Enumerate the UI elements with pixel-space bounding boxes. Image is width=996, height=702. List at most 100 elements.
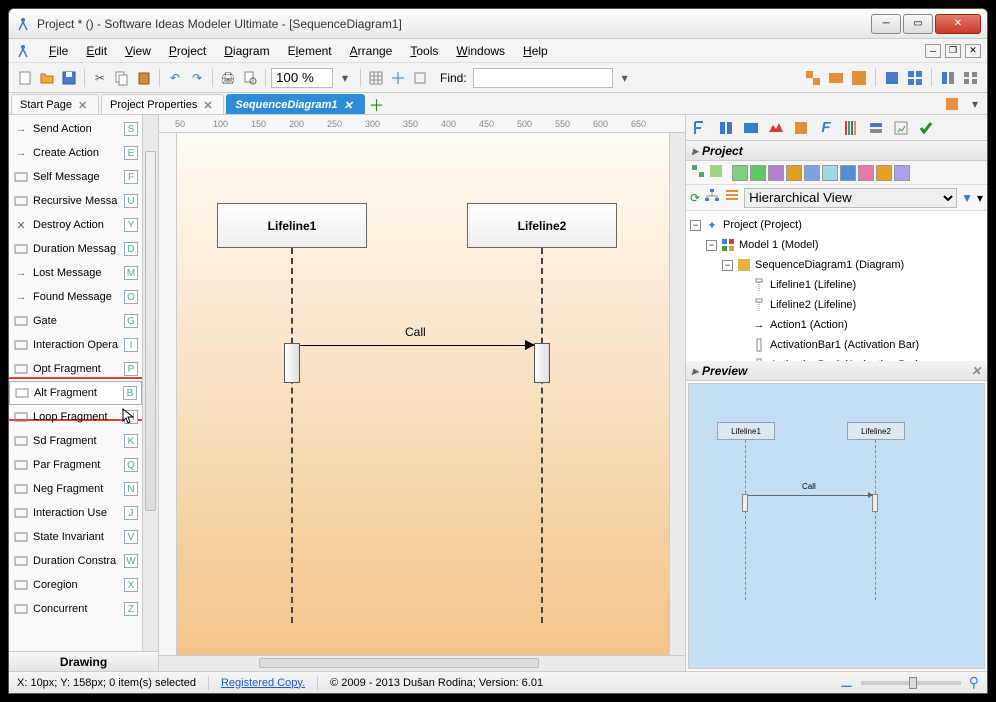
rp-icon-6[interactable]: F	[815, 117, 837, 139]
swatch-btn-1[interactable]	[690, 163, 706, 182]
tree-expander[interactable]: −	[722, 260, 733, 271]
mdi-close-button[interactable]: ✕	[965, 44, 981, 58]
menu-element[interactable]: Element	[280, 42, 340, 60]
tabstrip-icon-1[interactable]	[942, 94, 962, 114]
view-mode-select[interactable]: Hierarchical View	[744, 188, 957, 208]
project-tree[interactable]: −✦Project (Project) −Model 1 (Model) −Se…	[686, 211, 987, 361]
menu-edit[interactable]: Edit	[78, 42, 115, 60]
find-input[interactable]	[473, 68, 613, 88]
tree-expander[interactable]: −	[690, 220, 701, 231]
rp-icon-1[interactable]	[690, 117, 712, 139]
tool-item[interactable]: ✕Destroy ActionY	[9, 213, 142, 237]
tool-item[interactable]: State InvariantV	[9, 525, 142, 549]
new-icon[interactable]	[15, 68, 35, 88]
minimize-button[interactable]: ─	[871, 14, 901, 34]
open-icon[interactable]	[37, 68, 57, 88]
tool-item[interactable]: Sd FragmentK	[9, 429, 142, 453]
close-button[interactable]: ✕	[935, 14, 981, 34]
toolbox-scrollbar[interactable]	[142, 115, 158, 651]
tab-close-icon[interactable]: ✕	[78, 99, 90, 111]
swatch-btn-2[interactable]	[708, 163, 724, 182]
status-registered-link[interactable]: Registered Copy.	[221, 677, 305, 689]
lifeline-1[interactable]: Lifeline1	[217, 203, 367, 248]
filter-icon[interactable]: ▼	[961, 191, 973, 205]
panel-close-icon[interactable]: ✕	[971, 364, 981, 378]
rp-icon-9[interactable]	[890, 117, 912, 139]
tool-item[interactable]: Self MessageF	[9, 165, 142, 189]
menu-diagram[interactable]: Diagram	[216, 42, 277, 60]
zoom-out-icon[interactable]: ⚊	[840, 674, 853, 691]
tool-item[interactable]: →Create ActionE	[9, 141, 142, 165]
rp-icon-7[interactable]	[840, 117, 862, 139]
tool-item[interactable]: →Send ActionS	[9, 117, 142, 141]
color-swatch[interactable]	[750, 165, 766, 181]
menu-project[interactable]: Project	[161, 42, 214, 60]
color-swatch[interactable]	[858, 165, 874, 181]
tool-item[interactable]: Duration MessagD	[9, 237, 142, 261]
menu-help[interactable]: Help	[515, 42, 556, 60]
color-swatch[interactable]	[804, 165, 820, 181]
tool-item[interactable]: Interaction OperaI	[9, 333, 142, 357]
rp-icon-2[interactable]	[715, 117, 737, 139]
color-swatch[interactable]	[840, 165, 856, 181]
color-swatch[interactable]	[786, 165, 802, 181]
color-swatch[interactable]	[732, 165, 748, 181]
tab-start-page[interactable]: Start Page✕	[11, 94, 99, 114]
tool-item[interactable]: Loop FragmentH	[9, 405, 142, 429]
rp-icon-4[interactable]	[765, 117, 787, 139]
list-icon[interactable]	[724, 188, 740, 207]
tb-icon-5[interactable]	[905, 68, 925, 88]
undo-icon[interactable]: ↶	[165, 68, 185, 88]
tb-icon-2[interactable]	[826, 68, 846, 88]
mdi-restore-button[interactable]: ❐	[945, 44, 961, 58]
copy-icon[interactable]	[112, 68, 132, 88]
canvas-scrollbar-h[interactable]	[159, 655, 685, 671]
color-swatch[interactable]	[876, 165, 892, 181]
rp-icon-check[interactable]	[915, 117, 937, 139]
drawing-footer[interactable]: Drawing	[9, 651, 158, 671]
zoom-input[interactable]	[271, 68, 333, 88]
app-menu-icon[interactable]	[15, 43, 31, 59]
tool-item[interactable]: Recursive MessaU	[9, 189, 142, 213]
filter-dropdown-icon[interactable]: ▾	[977, 191, 983, 205]
tool-item[interactable]: Interaction UseJ	[9, 501, 142, 525]
save-icon[interactable]	[59, 68, 79, 88]
find-dropdown-icon[interactable]: ▾	[615, 68, 635, 88]
maximize-button[interactable]: ▭	[903, 14, 933, 34]
call-label[interactable]: Call	[405, 325, 426, 339]
tab-project-properties[interactable]: Project Properties✕	[101, 94, 224, 114]
diagram-canvas[interactable]: Lifeline1 Lifeline2 Call	[177, 133, 669, 655]
menu-file[interactable]: File	[41, 42, 76, 60]
zoom-slider[interactable]	[861, 681, 961, 685]
tool-item[interactable]: →Lost MessageM	[9, 261, 142, 285]
tool-item[interactable]: →Found MessageO	[9, 285, 142, 309]
project-panel-header[interactable]: ▸Project	[686, 141, 987, 161]
snap-icon[interactable]	[388, 68, 408, 88]
zoom-in-icon[interactable]: ⚲	[969, 674, 979, 691]
tool-item[interactable]: Opt FragmentP	[9, 357, 142, 381]
activation-bar-1[interactable]	[284, 343, 300, 383]
preview-canvas[interactable]: Lifeline1 Lifeline2 Call	[688, 383, 985, 669]
lifeline-2[interactable]: Lifeline2	[467, 203, 617, 248]
tab-sequence-diagram[interactable]: SequenceDiagram1✕	[226, 94, 364, 114]
tool-item[interactable]: Neg FragmentN	[9, 477, 142, 501]
tool-item[interactable]: CoregionX	[9, 573, 142, 597]
rp-icon-5[interactable]	[790, 117, 812, 139]
color-swatch[interactable]	[768, 165, 784, 181]
menu-view[interactable]: View	[117, 42, 159, 60]
tb-icon-1[interactable]	[803, 68, 823, 88]
new-tab-button[interactable]: ＋	[367, 94, 387, 114]
tb-icon-3[interactable]	[849, 68, 869, 88]
tool-item[interactable]: Duration ConstraW	[9, 549, 142, 573]
tb-icon-7[interactable]	[961, 68, 981, 88]
call-arrow[interactable]	[300, 345, 534, 346]
rp-icon-3[interactable]	[740, 117, 762, 139]
print-preview-icon[interactable]	[240, 68, 260, 88]
tool-item[interactable]: Par FragmentQ	[9, 453, 142, 477]
color-swatch[interactable]	[822, 165, 838, 181]
grid-icon[interactable]	[366, 68, 386, 88]
tree-expander[interactable]: −	[706, 240, 717, 251]
tabstrip-icon-2[interactable]: ▾	[965, 94, 985, 114]
tab-close-icon[interactable]: ✕	[344, 99, 356, 111]
tool-item[interactable]: GateG	[9, 309, 142, 333]
